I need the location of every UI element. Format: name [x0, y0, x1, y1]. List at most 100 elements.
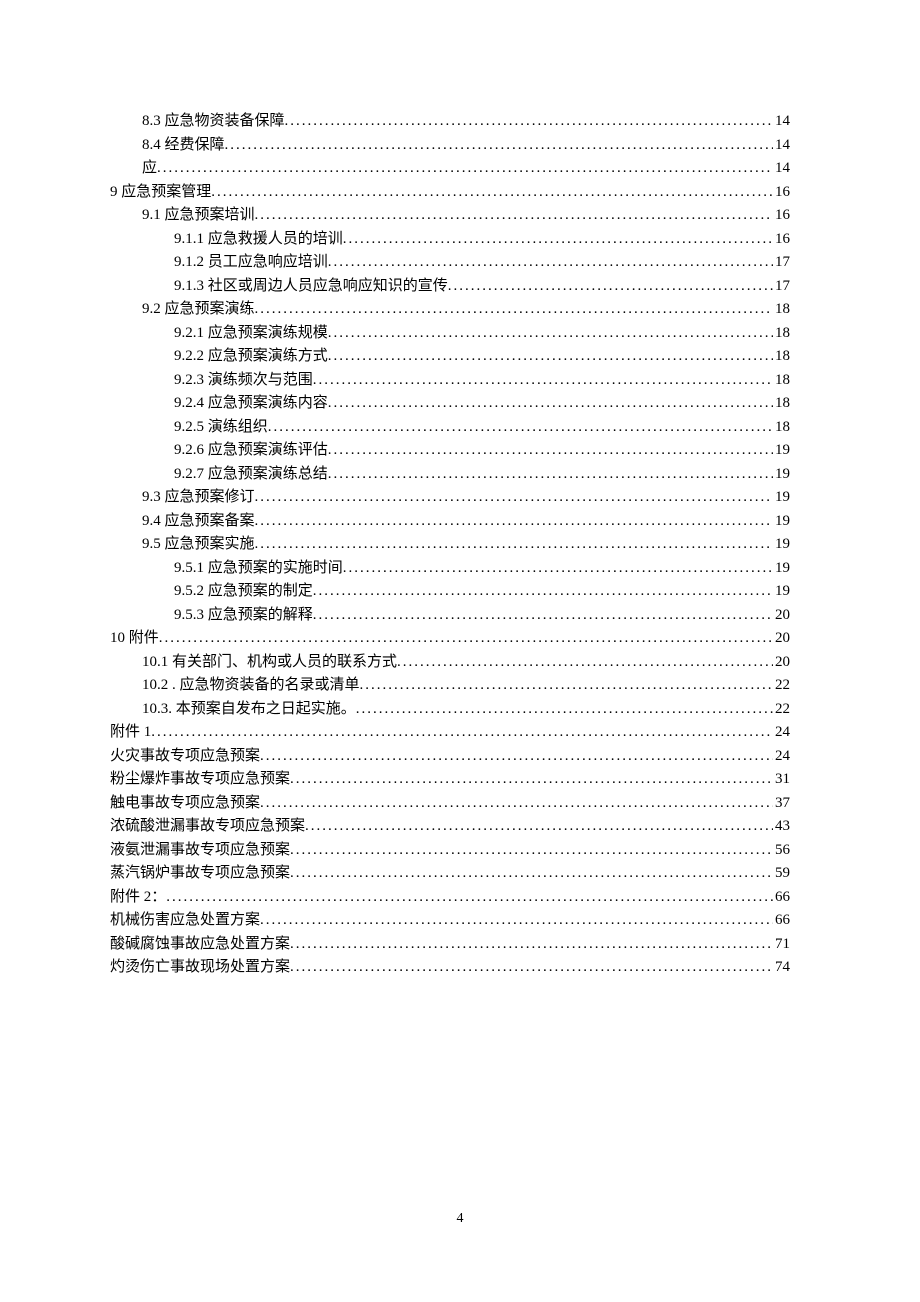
toc-entry[interactable]: 浓硫酸泄漏事故专项应急预案43 [110, 815, 790, 839]
toc-entry[interactable]: 9.2.7 应急预案演练总结19 [110, 463, 790, 487]
toc-entry[interactable]: 9.5.1 应急预案的实施时间 19 [110, 557, 790, 581]
toc-entry-page: 20 [773, 651, 790, 675]
toc-entry[interactable]: 9.3 应急预案修订19 [110, 486, 790, 510]
toc-entry[interactable]: 9.2.5 演练组织18 [110, 416, 790, 440]
toc-leader-dots [260, 745, 773, 769]
toc-entry[interactable]: 8.4 经费保障14 [110, 134, 790, 158]
toc-entry[interactable]: 酸碱腐蚀事故应急处置方案 71 [110, 933, 790, 957]
toc-entry[interactable]: 附件 2：66 [110, 886, 790, 910]
toc-leader-dots [225, 134, 773, 158]
toc-leader-dots [268, 416, 773, 440]
toc-entry[interactable]: 9 应急预案管理16 [110, 181, 790, 205]
toc-entry[interactable]: 10.1 有关部门、机构或人员的联系方式 20 [110, 651, 790, 675]
toc-entry-page: 14 [773, 157, 790, 181]
toc-entry[interactable]: 10 附件20 [110, 627, 790, 651]
toc-entry-title: 附件 1 [110, 721, 151, 745]
toc-entry-page: 17 [773, 251, 790, 275]
toc-entry[interactable]: 9.2.3 演练频次与范围18 [110, 369, 790, 393]
toc-entry-page: 18 [773, 298, 790, 322]
toc-entry-title: 9.2.6 应急预案演练评估 [174, 439, 328, 463]
toc-leader-dots [255, 204, 773, 228]
toc-entry-title: 附件 2： [110, 886, 166, 910]
toc-entry-page: 14 [773, 110, 790, 134]
toc-entry-page: 14 [773, 134, 790, 158]
toc-entry[interactable]: 9.1 应急预案培训16 [110, 204, 790, 228]
toc-entry-page: 19 [773, 557, 790, 581]
toc-entry-page: 43 [773, 815, 790, 839]
toc-entry-page: 20 [773, 604, 790, 628]
toc-entry[interactable]: 8.3 应急物资装备保障14 [110, 110, 790, 134]
toc-entry[interactable]: 9.2 应急预案演练18 [110, 298, 790, 322]
toc-entry-title: 10.2 . 应急物资装备的名录或清单 [142, 674, 360, 698]
toc-leader-dots [157, 157, 773, 181]
toc-entry[interactable]: 9.5.2 应急预案的制定19 [110, 580, 790, 604]
toc-entry-page: 71 [773, 933, 790, 957]
toc-leader-dots [328, 251, 773, 275]
toc-entry[interactable]: 10.2 . 应急物资装备的名录或清单22 [110, 674, 790, 698]
toc-entry[interactable]: 火灾事故专项应急预案24 [110, 745, 790, 769]
toc-leader-dots [290, 839, 773, 863]
toc-entry[interactable]: 9.1.1 应急救援人员的培训16 [110, 228, 790, 252]
toc-leader-dots [328, 345, 773, 369]
toc-entry-page: 18 [773, 345, 790, 369]
toc-entry-title: 9.2.2 应急预案演练方式 [174, 345, 328, 369]
toc-leader-dots [305, 815, 773, 839]
toc-leader-dots [290, 933, 773, 957]
toc-leader-dots [313, 604, 773, 628]
toc-leader-dots [285, 110, 773, 134]
toc-entry[interactable]: 9.2.1 应急预案演练规模18 [110, 322, 790, 346]
toc-entry-title: 10.3. 本预案自发布之日起实施。 [142, 698, 356, 722]
toc-leader-dots [397, 651, 773, 675]
toc-leader-dots [448, 275, 773, 299]
toc-entry-title: 9.5 应急预案实施 [142, 533, 255, 557]
toc-leader-dots [343, 557, 773, 581]
toc-entry-page: 18 [773, 322, 790, 346]
toc-entry-page: 19 [773, 463, 790, 487]
toc-entry[interactable]: 蒸汽锅炉事故专项应急预案59 [110, 862, 790, 886]
toc-entry-page: 66 [773, 909, 790, 933]
toc-entry[interactable]: 9.5 应急预案实施19 [110, 533, 790, 557]
toc-leader-dots [328, 392, 773, 416]
toc-leader-dots [328, 322, 773, 346]
table-of-contents: 8.3 应急物资装备保障148.4 经费保障14应149 应急预案管理169.1… [110, 110, 790, 980]
toc-entry-title: 9.1.1 应急救援人员的培训 [174, 228, 343, 252]
toc-entry-page: 31 [773, 768, 790, 792]
toc-entry-title: 粉尘爆炸事故专项应急预案 [110, 768, 290, 792]
toc-entry-page: 17 [773, 275, 790, 299]
toc-entry[interactable]: 机械伤害应急处置方案66 [110, 909, 790, 933]
toc-entry[interactable]: 9.1.3 社区或周边人员应急响应知识的宣传17 [110, 275, 790, 299]
toc-entry-page: 19 [773, 439, 790, 463]
toc-entry-title: 9.5.1 应急预案的实施时间 [174, 557, 343, 581]
toc-entry-page: 18 [773, 369, 790, 393]
toc-entry[interactable]: 9.5.3 应急预案的解释 20 [110, 604, 790, 628]
toc-entry-page: 18 [773, 392, 790, 416]
toc-entry-title: 10.1 有关部门、机构或人员的联系方式 [142, 651, 397, 675]
toc-entry-page: 18 [773, 416, 790, 440]
toc-leader-dots [255, 533, 773, 557]
toc-entry[interactable]: 液氨泄漏事故专项应急预案56 [110, 839, 790, 863]
toc-entry[interactable]: 粉尘爆炸事故专项应急预案 31 [110, 768, 790, 792]
toc-entry-title: 触电事故专项应急预案 [110, 792, 260, 816]
toc-entry[interactable]: 9.2.6 应急预案演练评估 19 [110, 439, 790, 463]
toc-leader-dots [313, 580, 773, 604]
toc-entry[interactable]: 应14 [110, 157, 790, 181]
toc-entry[interactable]: 9.2.4 应急预案演练内容 18 [110, 392, 790, 416]
toc-leader-dots [255, 510, 773, 534]
toc-entry[interactable]: 触电事故专项应急预案37 [110, 792, 790, 816]
toc-entry-title: 9.1.2 员工应急响应培训 [174, 251, 328, 275]
toc-entry-title: 液氨泄漏事故专项应急预案 [110, 839, 290, 863]
toc-entry[interactable]: 9.2.2 应急预案演练方式 18 [110, 345, 790, 369]
toc-leader-dots [211, 181, 773, 205]
toc-entry[interactable]: 9.4 应急预案备案19 [110, 510, 790, 534]
toc-entry[interactable]: 9.1.2 员工应急响应培训 17 [110, 251, 790, 275]
toc-leader-dots [290, 862, 773, 886]
toc-entry-title: 9.5.3 应急预案的解释 [174, 604, 313, 628]
toc-entry-title: 灼烫伤亡事故现场处置方案 [110, 956, 290, 980]
toc-entry[interactable]: 10.3. 本预案自发布之日起实施。22 [110, 698, 790, 722]
toc-leader-dots [255, 298, 773, 322]
toc-leader-dots [360, 674, 773, 698]
toc-entry-title: 酸碱腐蚀事故应急处置方案 [110, 933, 290, 957]
toc-entry-title: 9.2.4 应急预案演练内容 [174, 392, 328, 416]
toc-entry[interactable]: 灼烫伤亡事故现场处置方案74 [110, 956, 790, 980]
toc-entry[interactable]: 附件 124 [110, 721, 790, 745]
